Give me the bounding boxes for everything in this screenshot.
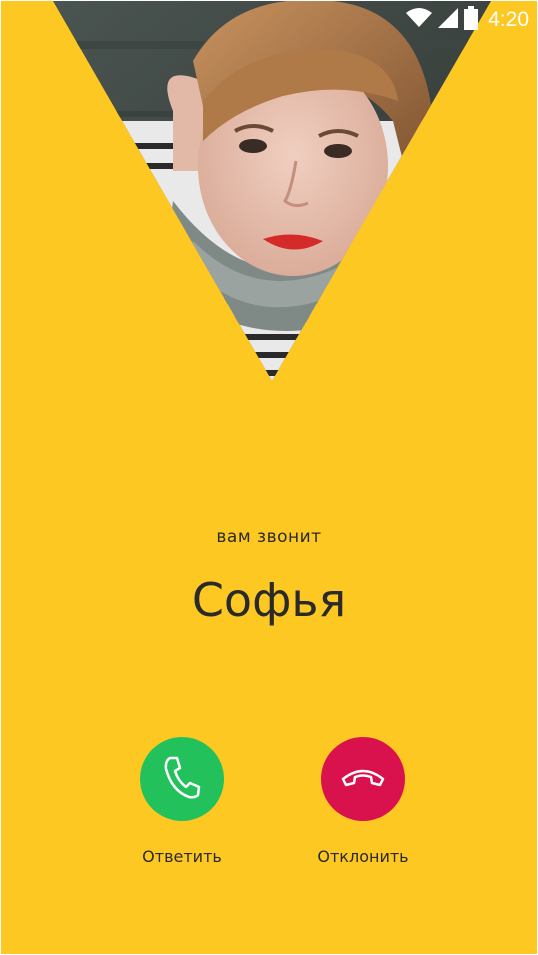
incoming-call-caption: вам звонит xyxy=(216,527,322,547)
battery-icon xyxy=(464,5,479,35)
wifi-icon xyxy=(406,7,433,33)
signal-icon xyxy=(438,7,459,33)
answer-button[interactable] xyxy=(140,737,224,821)
status-bar: 4:20 xyxy=(406,1,537,39)
incoming-call-screen: 4:20 вам звонит Софья Ответить Отклонить xyxy=(1,1,537,954)
decline-label: Отклонить xyxy=(317,847,409,866)
phone-icon xyxy=(162,755,202,803)
decline-button[interactable] xyxy=(321,737,405,821)
status-time: 4:20 xyxy=(488,8,529,31)
caller-name: Софья xyxy=(191,573,347,627)
answer-label: Ответить xyxy=(142,847,222,866)
caller-photo xyxy=(53,1,491,381)
hang-up-icon xyxy=(340,765,386,793)
